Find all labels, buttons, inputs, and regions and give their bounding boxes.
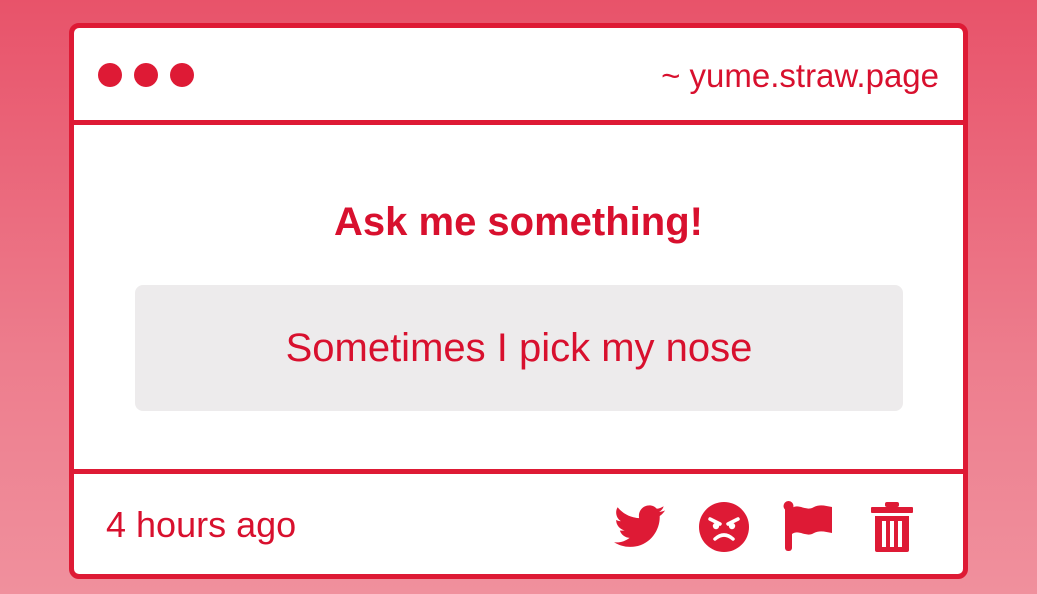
window-titlebar: ~ yume.straw.page (74, 28, 963, 125)
page-title: Ask me something! (334, 200, 703, 244)
window-dot-1 (98, 63, 122, 87)
window-dot-3 (170, 63, 194, 87)
timestamp: 4 hours ago (106, 504, 297, 545)
action-bar (613, 500, 919, 554)
card-content: Ask me something! Sometimes I pick my no… (74, 125, 963, 469)
card-footer: 4 hours ago (74, 469, 963, 574)
window-controls (98, 63, 194, 87)
angry-face-icon (699, 502, 749, 552)
question-card: ~ yume.straw.page Ask me something! Some… (69, 23, 968, 579)
question-text: Sometimes I pick my nose (285, 326, 753, 370)
delete-button[interactable] (865, 500, 919, 554)
twitter-icon (614, 505, 666, 547)
share-twitter-button[interactable] (613, 500, 667, 554)
window-dot-2 (134, 63, 158, 87)
page-host: ~ yume.straw.page (661, 57, 939, 94)
flag-icon (783, 501, 832, 551)
trash-icon (871, 502, 913, 552)
question-box: Sometimes I pick my nose (135, 285, 903, 411)
report-flag-button[interactable] (781, 500, 835, 554)
react-angry-button[interactable] (697, 500, 751, 554)
